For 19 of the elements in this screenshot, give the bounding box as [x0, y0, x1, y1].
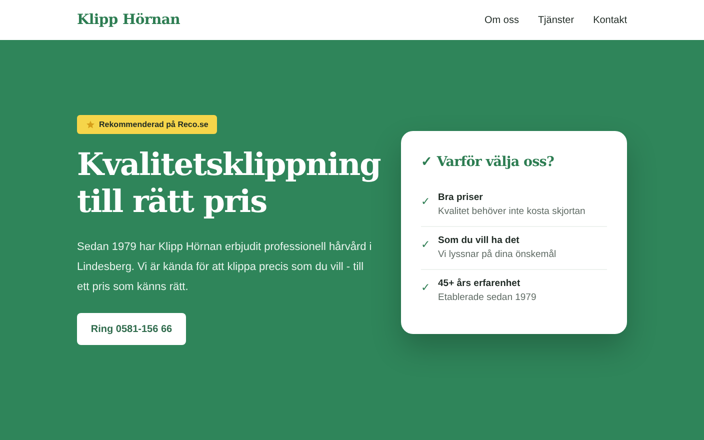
hero-text: Sedan 1979 har Klipp Hörnan erbjudit professionell hårvård i Lindesberg. Vi är kända för att klippa precis som du vill - till ett pris som känns rätt. [77, 240, 373, 295]
logo[interactable]: Klipp Hörnan [77, 12, 180, 28]
nav-link[interactable]: Om oss [484, 14, 519, 26]
nav-link[interactable]: Tjänster [538, 14, 574, 26]
card-title: ✓ Varför välja oss? [421, 152, 555, 170]
check-icon: ✓ [421, 192, 430, 216]
feature-title: Som du vill ha det [438, 234, 520, 246]
feature-text: Vi lyssnar på dina önskemål [438, 248, 556, 260]
star-icon [86, 120, 95, 129]
check-icon: ✓ [421, 234, 430, 260]
hero-title: Kvalitetsklippning till rätt pris [77, 147, 380, 221]
feature-text: Kvalitet behöver inte kosta skjortan [438, 206, 586, 216]
call-button[interactable]: Ring 0581-156 66 [77, 313, 186, 345]
badge-label: Rekommenderad på Reco.se [99, 120, 208, 129]
nav-link[interactable]: Kontakt [593, 14, 627, 26]
feature-text: Etablerade sedan 1979 [438, 292, 536, 302]
check-icon: ✓ [421, 278, 430, 302]
feature-title: Bra priser [438, 192, 484, 202]
feature-title: 45+ års erfarenhet [438, 278, 522, 288]
